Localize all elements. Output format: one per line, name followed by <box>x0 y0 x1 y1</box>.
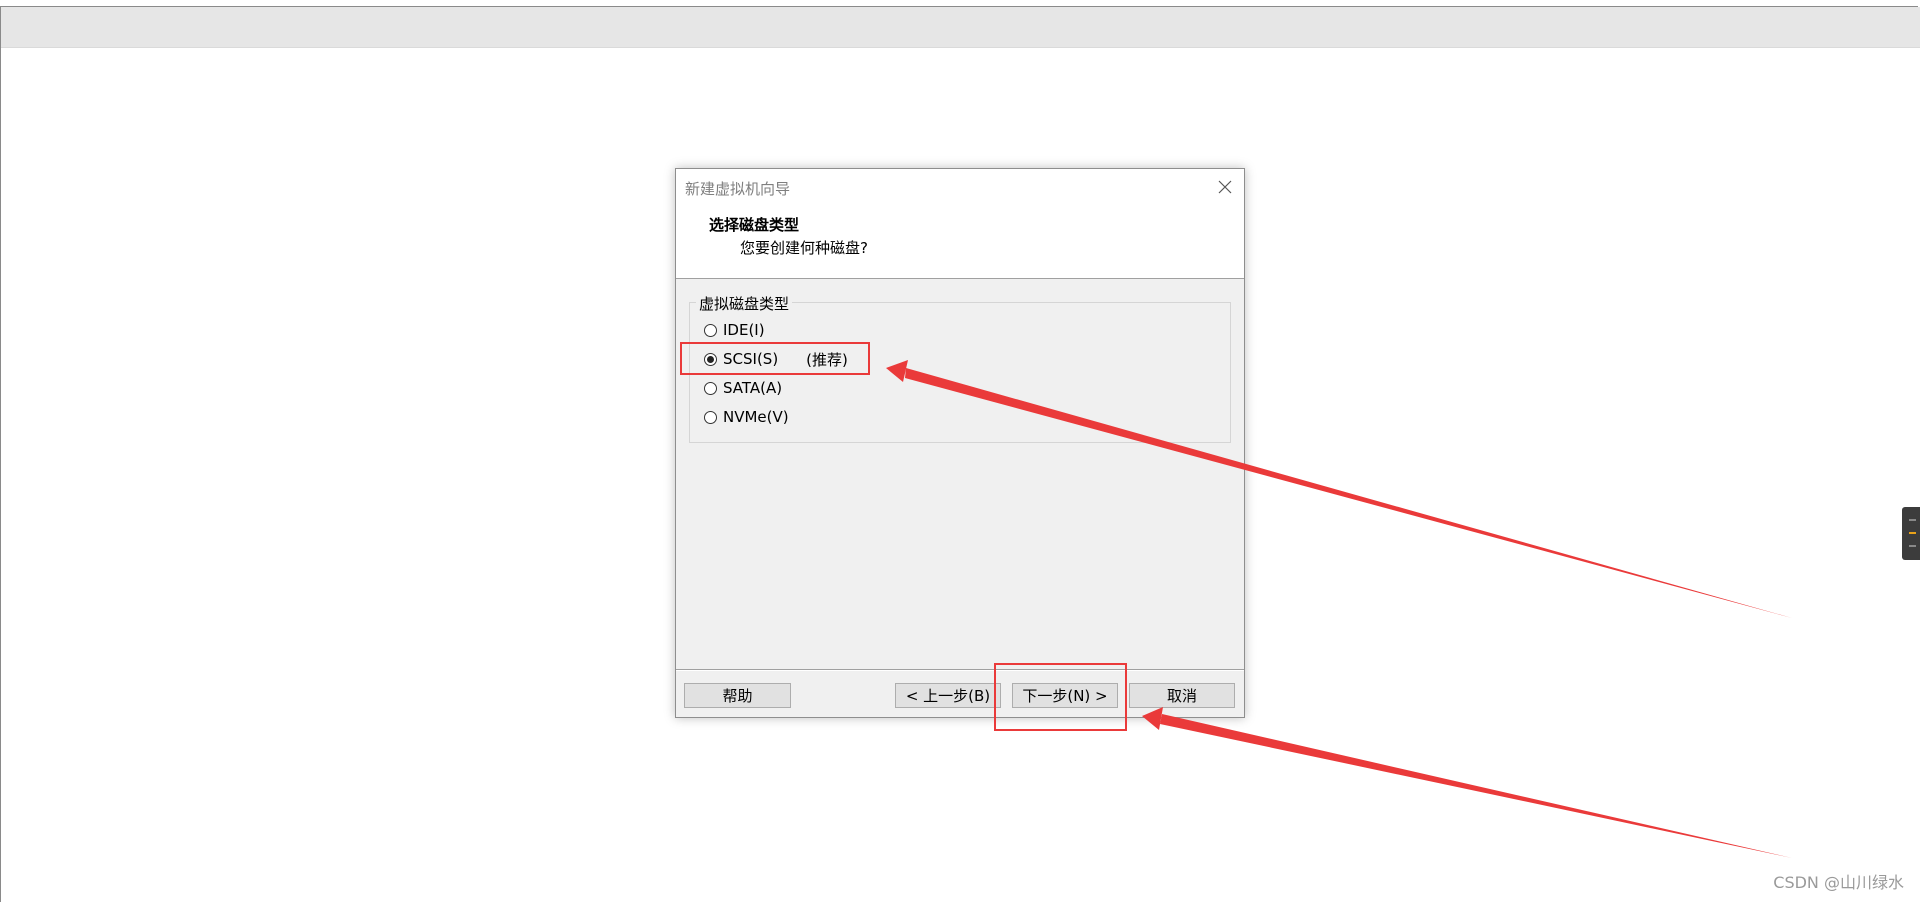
radio-label: NVMe(V) <box>723 408 789 426</box>
disk-type-group-label: 虚拟磁盘类型 <box>696 293 793 314</box>
page-heading: 选择磁盘类型 <box>709 216 800 234</box>
radio-label: SCSI(S) <box>723 350 779 368</box>
new-vm-wizard-dialog: 新建虚拟机向导 选择磁盘类型 您要创建何种磁盘? 虚拟磁盘类型 IDE(I) S… <box>675 168 1245 718</box>
radio-ide[interactable]: IDE(I) <box>704 320 765 340</box>
radio-sata[interactable]: SATA(A) <box>704 378 782 398</box>
footer-divider <box>676 669 1244 671</box>
radio-scsi[interactable]: SCSI(S) (推荐) <box>704 349 848 369</box>
next-button[interactable]: 下一步(N) > <box>1012 683 1118 708</box>
radio-nvme[interactable]: NVMe(V) <box>704 407 789 427</box>
radio-circle[interactable] <box>704 352 717 366</box>
radio-label: IDE(I) <box>723 321 765 339</box>
dialog-title: 新建虚拟机向导 <box>685 180 791 198</box>
recommended-note: (推荐) <box>806 350 848 369</box>
dialog-header: 新建虚拟机向导 选择磁盘类型 您要创建何种磁盘? <box>676 169 1244 279</box>
cancel-button[interactable]: 取消 <box>1129 683 1235 708</box>
side-panel-tab[interactable] <box>1902 507 1920 560</box>
radio-circle[interactable] <box>704 410 717 424</box>
radio-label: SATA(A) <box>723 379 783 397</box>
radio-circle[interactable] <box>704 381 717 395</box>
help-button[interactable]: 帮助 <box>684 683 791 708</box>
back-button[interactable]: < 上一步(B) <box>895 683 1001 708</box>
close-icon <box>1218 180 1232 194</box>
watermark: CSDN @山川绿水 <box>1773 873 1904 892</box>
radio-circle[interactable] <box>704 323 717 337</box>
close-button[interactable] <box>1212 174 1238 200</box>
top-toolbar <box>1 7 1920 48</box>
page-subheading: 您要创建何种磁盘? <box>740 239 868 257</box>
